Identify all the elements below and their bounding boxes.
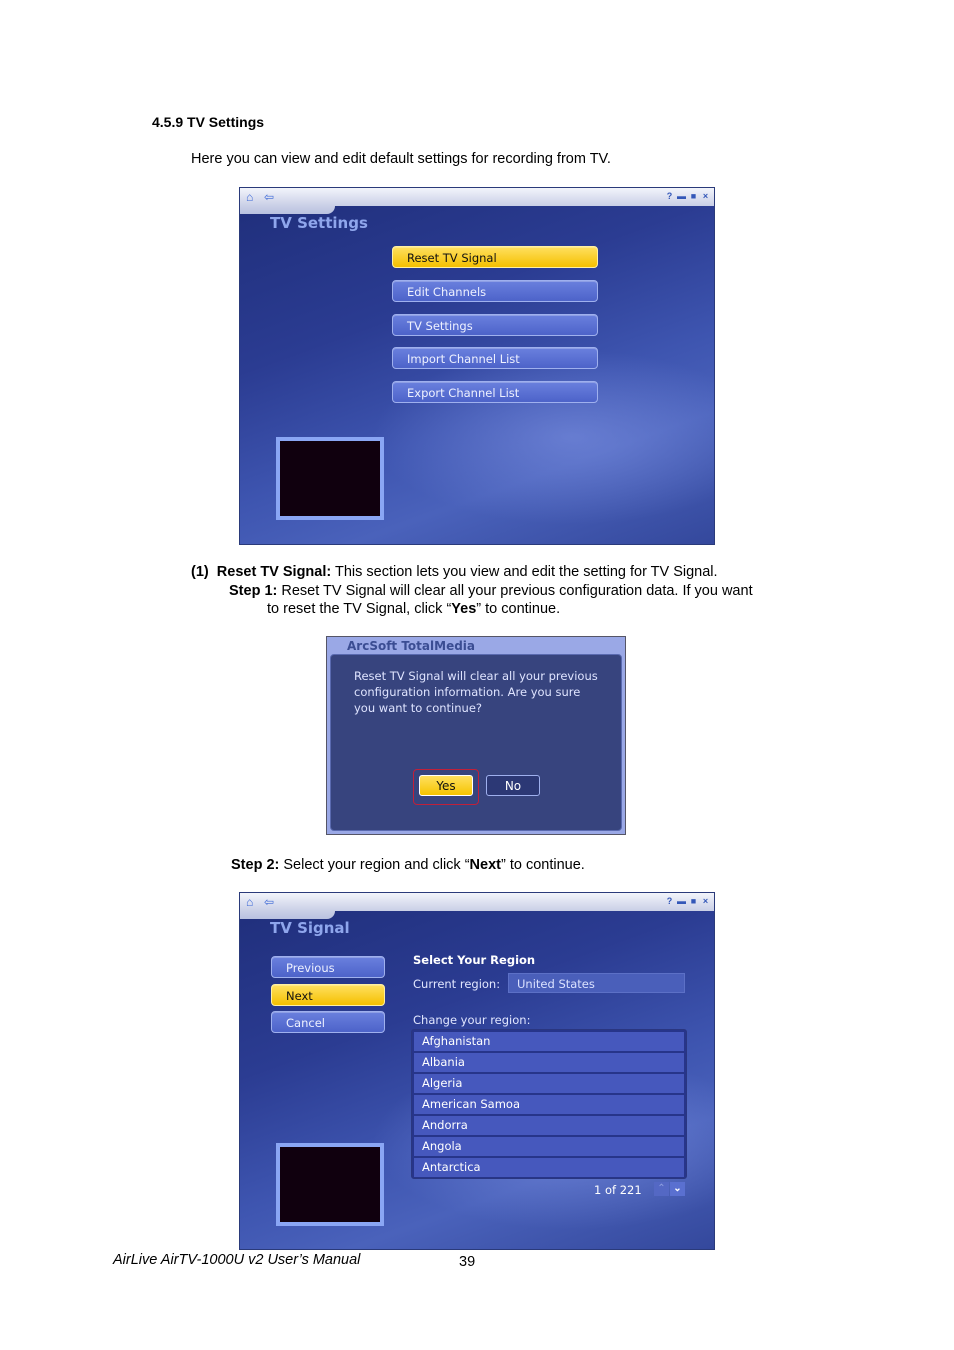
titlebar: ⌂ ⇦ ? ▬ ■ ×: [240, 188, 714, 214]
export-channel-list-button[interactable]: Export Channel List: [392, 381, 598, 403]
confirm-dialog: ArcSoft TotalMedia Reset TV Signal will …: [326, 636, 626, 835]
region-list[interactable]: Afghanistan Albania Algeria American Sam…: [411, 1029, 687, 1179]
step1-line: Step 1: Reset TV Signal will clear all y…: [229, 582, 753, 600]
previous-button[interactable]: Previous: [271, 956, 385, 978]
window-title: TV Signal: [270, 919, 350, 937]
list-item[interactable]: Angola: [414, 1137, 684, 1156]
select-region-heading: Select Your Region: [413, 953, 536, 967]
list-item[interactable]: Albania: [414, 1053, 684, 1072]
item1-line: (1) Reset TV Signal: This section lets y…: [191, 563, 718, 581]
video-preview: [276, 437, 384, 520]
maximize-icon[interactable]: ■: [689, 190, 698, 202]
footer-manual-title: AirLive AirTV-1000U v2 User’s Manual: [113, 1252, 361, 1268]
tv-signal-window: ⌂ ⇦ ? ▬ ■ × TV Signal Previous Next Canc…: [239, 892, 715, 1250]
help-icon[interactable]: ?: [665, 895, 674, 907]
step2-text-a: Select your region and click “: [279, 857, 470, 873]
list-item[interactable]: Andorra: [414, 1116, 684, 1135]
step1-line2: to reset the TV Signal, click “Yes” to c…: [267, 600, 560, 618]
back-icon[interactable]: ⇦: [264, 190, 274, 204]
window-title: TV Settings: [270, 214, 368, 232]
step2-text-b: ” to continue.: [500, 857, 585, 873]
intro-text: Here you can view and edit default setti…: [191, 151, 611, 167]
list-item[interactable]: Antarctica: [414, 1158, 684, 1177]
item1-number: (1): [191, 564, 209, 580]
help-icon[interactable]: ?: [665, 190, 674, 202]
page-number: 39: [459, 1254, 476, 1270]
step2-line: Step 2: Select your region and click “Ne…: [231, 856, 585, 874]
home-icon[interactable]: ⌂: [246, 190, 253, 204]
close-icon[interactable]: ×: [701, 190, 710, 202]
back-icon[interactable]: ⇦: [264, 895, 274, 909]
step1-bold: Yes: [451, 601, 477, 617]
page-up-icon[interactable]: ⌃: [654, 1182, 669, 1196]
no-button[interactable]: No: [486, 775, 540, 796]
cancel-button[interactable]: Cancel: [271, 1011, 385, 1033]
item1-title: Reset TV Signal:: [216, 564, 332, 580]
maximize-icon[interactable]: ■: [689, 895, 698, 907]
dialog-title: ArcSoft TotalMedia: [347, 639, 476, 653]
step2-label: Step 2:: [231, 857, 280, 873]
list-item[interactable]: Algeria: [414, 1074, 684, 1093]
list-item[interactable]: American Samoa: [414, 1095, 684, 1114]
section-heading: 4.5.9 TV Settings: [152, 114, 265, 130]
import-channel-list-button[interactable]: Import Channel List: [392, 347, 598, 369]
minimize-icon[interactable]: ▬: [677, 190, 686, 202]
step2-bold: Next: [469, 857, 501, 873]
video-preview: [276, 1143, 384, 1226]
next-button[interactable]: Next: [271, 984, 385, 1006]
home-icon[interactable]: ⌂: [246, 895, 253, 909]
list-item[interactable]: Afghanistan: [414, 1032, 684, 1051]
page-indicator: 1 of 221: [594, 1183, 642, 1197]
step1-text-b: to reset the TV Signal, click “: [267, 601, 452, 617]
dialog-message: Reset TV Signal will clear all your prev…: [354, 669, 598, 715]
step1-label: Step 1:: [229, 583, 278, 599]
current-region-label: Current region:: [413, 977, 501, 991]
minimize-icon[interactable]: ▬: [677, 895, 686, 907]
dialog-body: Reset TV Signal will clear all your prev…: [330, 654, 622, 831]
page-down-icon[interactable]: ⌄: [670, 1182, 685, 1196]
change-region-label: Change your region:: [413, 1013, 531, 1027]
reset-tv-signal-button[interactable]: Reset TV Signal: [392, 246, 598, 268]
edit-channels-button[interactable]: Edit Channels: [392, 280, 598, 302]
step1-text-c: ” to continue.: [476, 601, 561, 617]
tv-settings-window: ⌂ ⇦ ? ▬ ■ × TV Settings Reset TV Signal …: [239, 187, 715, 545]
current-region-field: United States: [508, 973, 685, 993]
item1-text: This section lets you view and edit the …: [331, 564, 718, 580]
close-icon[interactable]: ×: [701, 895, 710, 907]
tv-settings-button[interactable]: TV Settings: [392, 314, 598, 336]
yes-button[interactable]: Yes: [419, 775, 473, 796]
step1-text: Reset TV Signal will clear all your prev…: [277, 583, 753, 599]
titlebar: ⌂ ⇦ ? ▬ ■ ×: [240, 893, 714, 919]
